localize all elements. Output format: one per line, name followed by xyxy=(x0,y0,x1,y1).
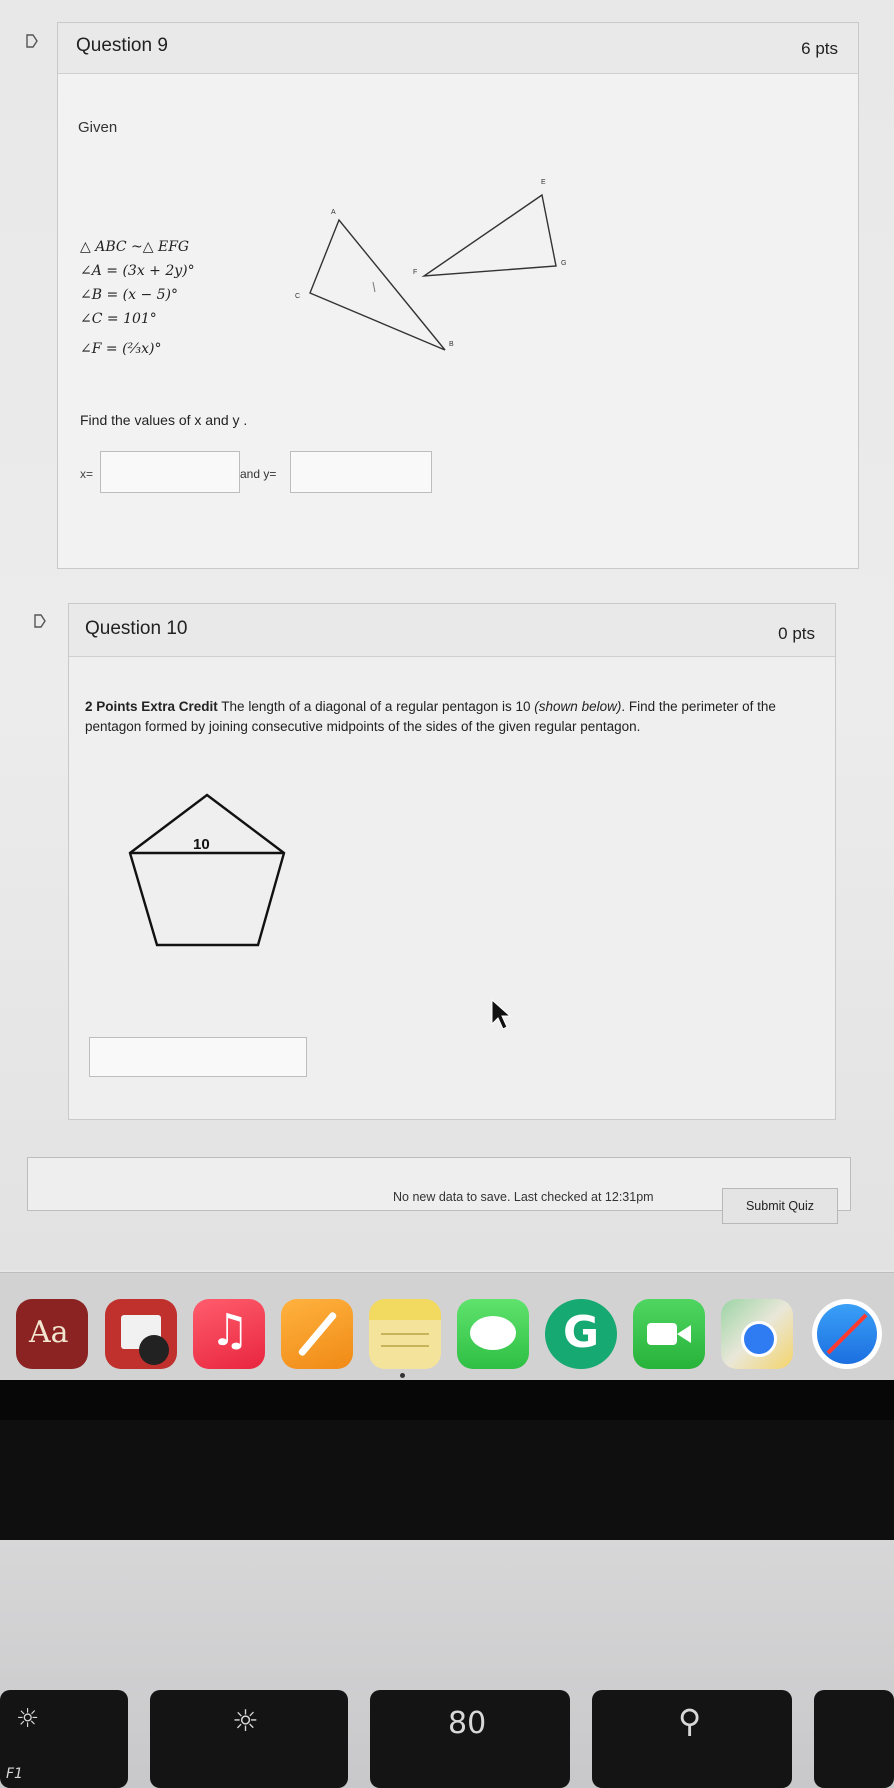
browser-screen: Question 9 6 pts Given △ ABC ~△ EFG ∠A =… xyxy=(0,0,894,1270)
x-answer-input[interactable] xyxy=(100,451,240,493)
pages-app-icon[interactable] xyxy=(281,1299,353,1369)
music-app-icon[interactable]: ♫ xyxy=(193,1299,265,1369)
given-label: Given xyxy=(78,119,118,136)
diagonal-label: 10 xyxy=(193,836,210,853)
brightness-up-icon: ☼ xyxy=(232,1704,259,1739)
y-answer-input[interactable] xyxy=(290,451,432,493)
question-points: 6 pts xyxy=(801,39,838,58)
extra-credit-label: 2 Points Extra Credit xyxy=(85,699,218,714)
vertex-label-a: A xyxy=(331,209,336,216)
question-10-text: 2 Points Extra Credit The length of a di… xyxy=(85,697,785,737)
similar-triangles-figure: A C B E F G xyxy=(295,179,566,351)
maps-app-icon[interactable] xyxy=(721,1299,793,1369)
search-icon: ⚲ xyxy=(678,1702,702,1740)
question-title: Question 9 xyxy=(76,35,168,56)
triangle-efg xyxy=(421,193,557,277)
question-10-body: The length of a diagonal of a regular pe… xyxy=(217,699,535,714)
speech-bubble-icon xyxy=(470,1316,516,1350)
flag-icon[interactable] xyxy=(34,614,46,628)
vertex-label-c: C xyxy=(295,293,300,300)
location-pin-icon xyxy=(741,1321,777,1357)
messages-app-icon[interactable] xyxy=(457,1299,529,1369)
given-equations: △ ABC ~△ EFG ∠A = (3x + 2y)° ∠B = (x − 5… xyxy=(80,235,290,361)
f5-key[interactable] xyxy=(814,1690,894,1788)
f1-key[interactable]: ☼ F1 xyxy=(0,1690,128,1788)
similarity-statement: △ ABC ~△ EFG xyxy=(80,239,190,255)
question-title: Question 10 xyxy=(85,618,188,639)
pentagon-figure: 10 xyxy=(128,793,286,947)
mission-control-icon: 80 xyxy=(448,1706,487,1741)
photo-booth-app-icon[interactable] xyxy=(105,1299,177,1369)
grammarly-g-icon: G xyxy=(563,1307,600,1358)
dictionary-label: Aa xyxy=(29,1315,69,1350)
facetime-app-icon[interactable] xyxy=(633,1299,705,1369)
pentagon-shape xyxy=(128,793,286,947)
question-10-answer-input[interactable] xyxy=(89,1037,307,1077)
question-9-prompt: Find the values of x and y . xyxy=(80,412,248,428)
brightness-down-icon: ☼ xyxy=(16,1704,40,1734)
safari-app-icon[interactable] xyxy=(812,1299,882,1369)
dictionary-app-icon[interactable]: Aa xyxy=(16,1299,88,1369)
camera-icon xyxy=(647,1323,677,1345)
shown-below-note: (shown below) xyxy=(534,699,622,714)
save-status-message: No new data to save. Last checked at 12:… xyxy=(393,1190,654,1204)
vertex-label-g: G xyxy=(561,260,566,267)
mouse-cursor-icon xyxy=(491,998,512,1030)
flag-icon[interactable] xyxy=(26,34,38,48)
tick-mark xyxy=(372,281,376,293)
grammarly-app-icon[interactable]: G xyxy=(545,1299,617,1369)
angle-c-expression: ∠C = 101° xyxy=(80,311,157,327)
question-9-header: Question 9 6 pts xyxy=(58,23,858,74)
vertex-label-e: E xyxy=(541,179,546,186)
question-points: 0 pts xyxy=(778,624,815,643)
angle-a-expression: ∠A = (3x + 2y)° xyxy=(80,263,195,279)
laptop-bezel-edge xyxy=(0,1380,894,1420)
f3-key[interactable]: 80 xyxy=(370,1690,570,1788)
angle-b-expression: ∠B = (x − 5)° xyxy=(80,287,179,303)
running-app-indicator xyxy=(400,1373,405,1378)
y-label: and y= xyxy=(240,467,277,481)
f4-key[interactable]: ⚲ xyxy=(592,1690,792,1788)
macos-dock: Aa ♫ G xyxy=(0,1272,894,1381)
notes-app-icon[interactable] xyxy=(369,1299,441,1369)
triangle-abc xyxy=(309,218,446,351)
vertex-label-f: F xyxy=(413,269,417,276)
x-label: x= xyxy=(80,467,94,481)
angle-f-expression: ∠F = (⅔x)° xyxy=(80,341,162,357)
music-note-icon: ♫ xyxy=(210,1305,250,1356)
f1-label: F1 xyxy=(6,1766,23,1782)
f2-key[interactable]: ☼ xyxy=(150,1690,348,1788)
question-10-header: Question 10 0 pts xyxy=(69,604,835,657)
submit-quiz-button[interactable]: Submit Quiz xyxy=(722,1188,838,1224)
vertex-label-b: B xyxy=(449,341,454,348)
